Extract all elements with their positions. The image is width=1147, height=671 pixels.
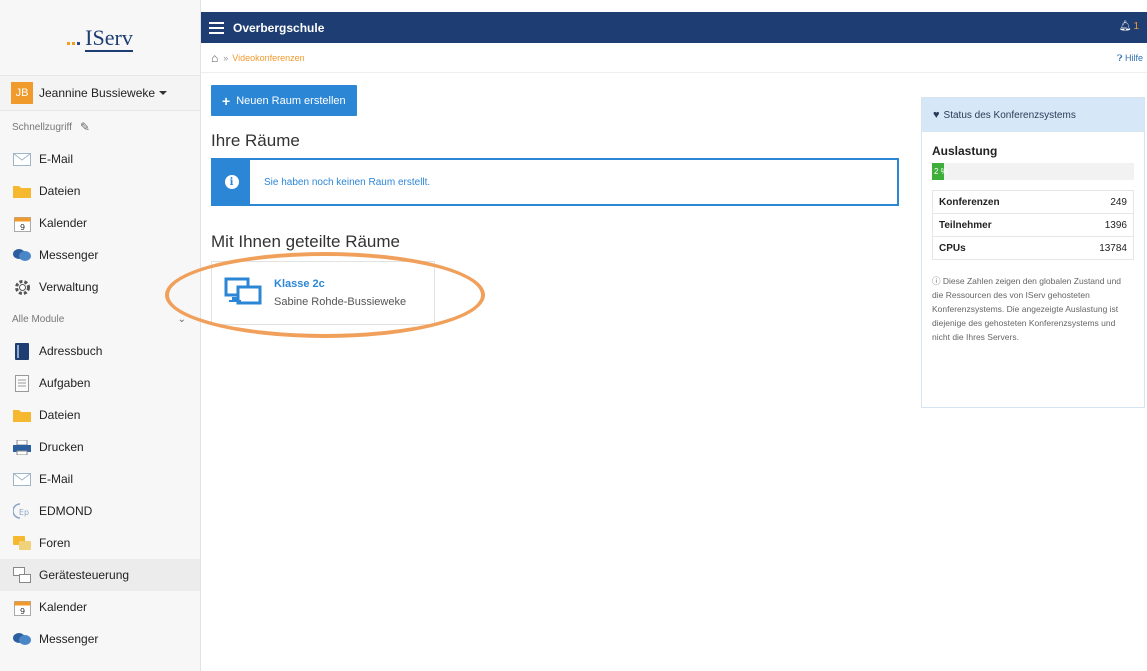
breadcrumb-current[interactable]: Videokonferenzen bbox=[232, 53, 304, 63]
shared-rooms-heading: Mit Ihnen geteilte Räume bbox=[211, 232, 400, 251]
addressbook-icon bbox=[12, 342, 32, 360]
plus-icon: + bbox=[222, 92, 231, 109]
status-value: 1396 bbox=[1062, 213, 1134, 237]
sidebar-item-edmond[interactable]: Ep EDMOND bbox=[0, 495, 200, 527]
folder-icon bbox=[12, 182, 32, 200]
info-alert-side: i bbox=[213, 160, 250, 204]
bell-icon: 🔔︎ bbox=[1118, 21, 1132, 32]
school-title[interactable]: Overbergschule bbox=[233, 21, 324, 35]
table-row: CPUs 13784 bbox=[932, 236, 1134, 260]
heartbeat-icon: ♥ bbox=[933, 109, 940, 121]
svg-text:9: 9 bbox=[19, 223, 24, 232]
load-label: Auslastung bbox=[932, 144, 998, 158]
tasks-icon bbox=[12, 374, 32, 392]
avatar: JB bbox=[11, 82, 33, 104]
breadcrumb-separator: » bbox=[223, 52, 229, 63]
sidebar-item-email[interactable]: E-Mail bbox=[0, 143, 200, 175]
home-icon[interactable]: ⌂ bbox=[211, 51, 218, 65]
folder-icon bbox=[12, 406, 32, 424]
devices-icon bbox=[12, 566, 32, 584]
new-room-button[interactable]: + Neuen Raum erstellen bbox=[211, 85, 357, 116]
pencil-icon[interactable]: ✎ bbox=[80, 120, 90, 134]
printer-icon bbox=[12, 438, 32, 456]
mail-icon bbox=[12, 150, 32, 168]
table-row: Konferenzen 249 bbox=[932, 190, 1134, 214]
sidebar: IServ JB Jeannine Bussieweke Schnellzugr… bbox=[0, 0, 201, 671]
edmond-icon: Ep bbox=[12, 502, 32, 520]
status-value: 249 bbox=[1062, 190, 1134, 214]
user-menu[interactable]: JB Jeannine Bussieweke bbox=[0, 75, 200, 111]
all-modules-toggle[interactable]: Alle Module ⌄ bbox=[0, 303, 200, 335]
info-icon: i bbox=[224, 175, 239, 189]
sidebar-item-forums[interactable]: Foren bbox=[0, 527, 200, 559]
load-progress-bar: 2 % bbox=[932, 163, 1134, 180]
quick-access-label: Schnellzugriff ✎ bbox=[12, 120, 90, 134]
my-rooms-heading: Ihre Räume bbox=[211, 131, 300, 150]
conference-status-panel: ♥ Status des Konferenzsystems Auslastung… bbox=[921, 97, 1145, 408]
sidebar-item-tasks[interactable]: Aufgaben bbox=[0, 367, 200, 399]
sidebar-item-addressbook[interactable]: Adressbuch bbox=[0, 335, 200, 367]
status-header: ♥ Status des Konferenzsystems bbox=[922, 98, 1144, 132]
help-link[interactable]: ❓︎ Hilfe bbox=[1117, 53, 1143, 64]
main-content: + Neuen Raum erstellen Ihre Räume i Sie … bbox=[211, 85, 901, 325]
sidebar-item-email-module[interactable]: E-Mail bbox=[0, 463, 200, 495]
calendar-icon: 9 bbox=[12, 598, 32, 616]
hamburger-menu-icon[interactable] bbox=[209, 21, 224, 34]
chat-icon bbox=[12, 246, 32, 264]
sidebar-item-calendar[interactable]: 9 Kalender bbox=[0, 207, 200, 239]
table-row: Teilnehmer 1396 bbox=[932, 213, 1134, 237]
sidebar-item-messenger[interactable]: Messenger bbox=[0, 239, 200, 271]
logo-dots bbox=[67, 41, 81, 45]
user-name: Jeannine Bussieweke bbox=[39, 86, 156, 100]
sidebar-item-devices[interactable]: Gerätesteuerung bbox=[0, 559, 200, 591]
chat-icon bbox=[12, 630, 32, 648]
caret-down-icon bbox=[159, 91, 168, 95]
question-icon: ❓︎ bbox=[1117, 53, 1125, 63]
sidebar-item-messenger-module[interactable]: Messenger bbox=[0, 623, 200, 655]
logo-text: IServ bbox=[85, 24, 133, 52]
breadcrumb: ⌂ » Videokonferenzen ❓︎ Hilfe bbox=[201, 43, 1147, 73]
notifications[interactable]: 🔔︎ 1 bbox=[1119, 21, 1139, 32]
calendar-icon: 9 bbox=[12, 214, 32, 232]
status-value: 13784 bbox=[1062, 236, 1134, 260]
notification-count: 1 bbox=[1133, 21, 1139, 32]
load-progress-fill: 2 % bbox=[932, 163, 948, 180]
status-key: Teilnehmer bbox=[932, 213, 1063, 237]
no-rooms-message: Sie haben noch keinen Raum erstellt. bbox=[264, 176, 431, 188]
info-alert: i Sie haben noch keinen Raum erstellt. bbox=[211, 158, 899, 206]
top-navbar: Overbergschule 🔔︎ 1 bbox=[201, 12, 1147, 43]
status-note: ⓘ Diese Zahlen zeigen den globalen Zusta… bbox=[932, 276, 1122, 342]
sidebar-item-files[interactable]: Dateien bbox=[0, 175, 200, 207]
gear-icon bbox=[12, 278, 32, 296]
status-table: Konferenzen 249 Teilnehmer 1396 CPUs 137… bbox=[932, 190, 1134, 260]
mail-icon bbox=[12, 470, 32, 488]
logo[interactable]: IServ bbox=[0, 0, 200, 75]
highlight-ellipse bbox=[165, 252, 485, 338]
info-icon: ⓘ bbox=[932, 276, 943, 286]
forum-icon bbox=[12, 534, 32, 552]
sidebar-item-files-module[interactable]: Dateien bbox=[0, 399, 200, 431]
load-value: 2 % bbox=[934, 167, 948, 176]
sidebar-item-calendar-module[interactable]: 9 Kalender bbox=[0, 591, 200, 623]
svg-text:9: 9 bbox=[19, 607, 24, 616]
status-key: CPUs bbox=[932, 236, 1063, 260]
status-key: Konferenzen bbox=[932, 190, 1063, 214]
svg-text:Ep: Ep bbox=[19, 508, 29, 517]
sidebar-item-print[interactable]: Drucken bbox=[0, 431, 200, 463]
